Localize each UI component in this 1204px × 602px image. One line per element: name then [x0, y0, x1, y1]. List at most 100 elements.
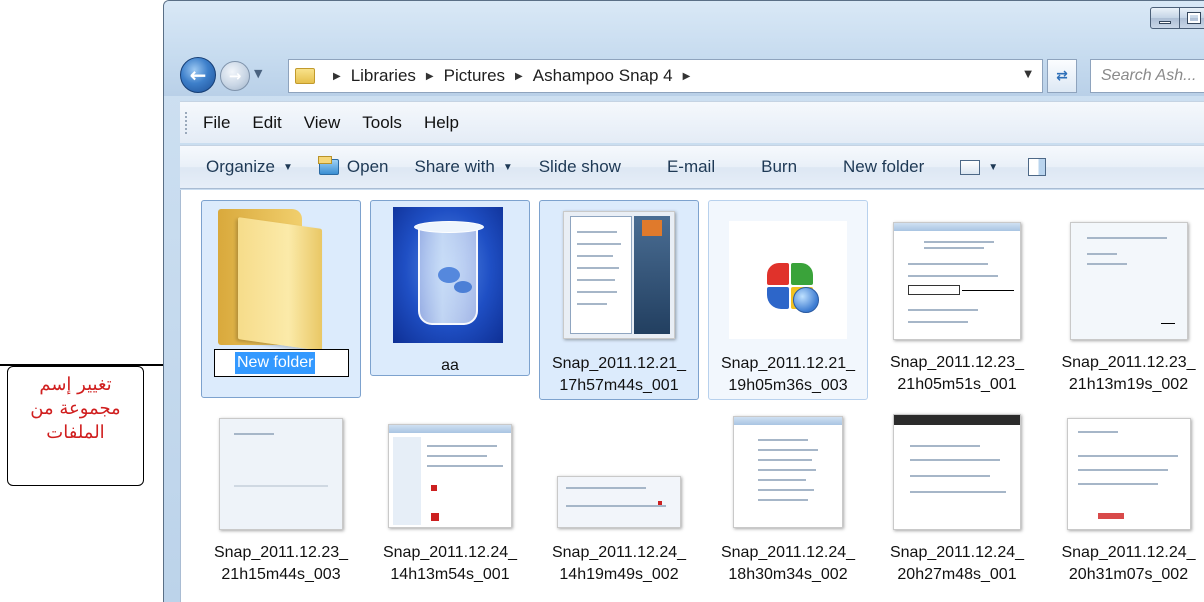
- open-label: Open: [346, 157, 389, 176]
- file-name-line-2: 17h57m44s_001: [559, 377, 679, 394]
- file-name-line-1: Snap_2011.12.24_: [382, 544, 518, 561]
- recycle-bin-icon: [414, 221, 484, 325]
- breadcrumb-separator-icon[interactable]: ▶: [426, 71, 434, 82]
- menu-tools[interactable]: Tools: [362, 113, 402, 133]
- file-name-line-1: Snap_2011.12.23_: [213, 544, 349, 561]
- thumb-line: [566, 487, 646, 489]
- email-button[interactable]: E-mail: [667, 157, 715, 177]
- menu-edit[interactable]: Edit: [252, 113, 281, 133]
- thumb-line: [427, 465, 503, 467]
- file-name-line-1: Snap_2011.12.21_: [720, 355, 856, 372]
- breadcrumb-libraries[interactable]: Libraries: [351, 66, 416, 86]
- file-item-snap-7[interactable]: Snap_2011.12.24_ 14h19m49s_002: [539, 408, 699, 598]
- image-thumbnail: [388, 424, 512, 528]
- rename-input[interactable]: New folder: [214, 349, 349, 377]
- chevron-down-icon: ▼: [988, 161, 999, 173]
- file-name-line-1: Snap_2011.12.24_: [720, 544, 856, 561]
- slide-show-label: Slide show: [538, 157, 621, 176]
- menu-view[interactable]: View: [304, 113, 341, 133]
- forward-arrow-icon: →: [228, 67, 242, 85]
- thumb-marker: [431, 513, 439, 521]
- file-name-line-1: Snap_2011.12.24_: [551, 544, 687, 561]
- thumb-line: [566, 505, 666, 507]
- file-name-line-2: 21h05m51s_001: [897, 376, 1017, 393]
- shield-blue: [767, 287, 789, 309]
- burn-button[interactable]: Burn: [761, 157, 797, 177]
- thumb-line: [1086, 237, 1167, 239]
- breadcrumb: ▶ Libraries ▶ Pictures ▶ Ashampoo Snap 4…: [323, 66, 700, 86]
- breadcrumb-separator-icon[interactable]: ▶: [515, 71, 523, 82]
- share-with-button[interactable]: Share with ▼: [414, 157, 512, 177]
- file-name-line-1: Snap_2011.12.24_: [889, 544, 1025, 561]
- thumb-line: [908, 309, 978, 311]
- window-controls: [1150, 7, 1204, 29]
- folder-icon: [218, 209, 328, 351]
- file-name-line-2: 19h05m36s_003: [728, 377, 848, 394]
- maximize-button[interactable]: [1180, 7, 1204, 29]
- thumb-line: [758, 489, 814, 491]
- back-arrow-icon: ←: [189, 63, 207, 87]
- thumb-line: [427, 445, 497, 447]
- file-name-line-1: Snap_2011.12.21_: [551, 355, 687, 372]
- slide-show-button[interactable]: Slide show: [539, 157, 621, 177]
- menu-help[interactable]: Help: [424, 113, 459, 133]
- image-thumbnail: [1069, 222, 1188, 340]
- thumb-titlebar: [389, 425, 511, 433]
- open-button[interactable]: Open: [317, 156, 389, 177]
- back-button[interactable]: ←: [180, 57, 216, 93]
- file-item-new-folder[interactable]: New folder: [201, 200, 361, 398]
- thumb-line: [1086, 253, 1117, 255]
- forward-button[interactable]: →: [220, 61, 250, 91]
- file-item-aa[interactable]: aa: [370, 200, 530, 376]
- preview-pane-button[interactable]: [1028, 158, 1047, 176]
- chevron-down-icon: ▼: [502, 161, 513, 173]
- recent-pages-dropdown[interactable]: ▼: [254, 67, 262, 80]
- refresh-icon: ⇄: [1056, 68, 1068, 84]
- minimize-button[interactable]: [1150, 7, 1180, 29]
- menu-bar: File Edit View Tools Help: [180, 101, 1204, 143]
- file-name: aa: [441, 357, 459, 374]
- search-input[interactable]: Search Ash...: [1090, 59, 1204, 93]
- start-menu-preview: [570, 216, 632, 334]
- refresh-button[interactable]: ⇄: [1047, 59, 1077, 93]
- file-item-snap-9[interactable]: Snap_2011.12.24_ 20h27m48s_001: [877, 408, 1037, 598]
- address-bar[interactable]: ▶ Libraries ▶ Pictures ▶ Ashampoo Snap 4…: [288, 59, 1043, 93]
- address-dropdown-icon[interactable]: ▼: [1024, 69, 1032, 80]
- file-name-line-1: Snap_2011.12.24_: [1061, 544, 1196, 561]
- file-name-line-2: 20h31m07s_002: [1068, 566, 1189, 583]
- change-view-button[interactable]: ▼: [960, 159, 999, 175]
- breadcrumb-separator-icon[interactable]: ▶: [333, 71, 341, 82]
- minimize-icon: [1159, 20, 1171, 24]
- file-item-snap-10[interactable]: Snap_2011.12.24_ 20h31m07s_002: [1046, 408, 1204, 598]
- open-icon: [317, 156, 339, 175]
- maximize-icon: [1186, 12, 1201, 24]
- file-item-snap-1[interactable]: Snap_2011.12.21_ 17h57m44s_001: [539, 200, 699, 400]
- thumb-line: [924, 247, 984, 249]
- thumb-line: [758, 439, 808, 441]
- email-label: E-mail: [666, 157, 716, 176]
- view-icon: [960, 159, 981, 175]
- menu-file[interactable]: File: [203, 113, 230, 133]
- file-item-snap-3[interactable]: Snap_2011.12.23_ 21h05m51s_001: [877, 200, 1037, 400]
- file-item-snap-2[interactable]: Snap_2011.12.21_ 19h05m36s_003: [708, 200, 868, 400]
- thumb-line: [427, 455, 487, 457]
- shield-green: [791, 263, 813, 285]
- file-name-line-2: 20h27m48s_001: [897, 566, 1017, 583]
- thumb-titlebar: [734, 417, 842, 425]
- folder-front: [238, 217, 322, 351]
- explorer-window: ← → ▼ ▶ Libraries ▶ Pictures ▶ Ashampoo …: [163, 0, 1204, 602]
- chevron-down-icon: ▼: [282, 161, 293, 173]
- thumb-line: [234, 433, 274, 435]
- thumb-marker: [658, 501, 662, 505]
- file-item-snap-5[interactable]: Snap_2011.12.23_ 21h15m44s_003: [201, 408, 361, 598]
- thumb-line: [577, 279, 615, 281]
- file-item-snap-8[interactable]: Snap_2011.12.24_ 18h30m34s_002: [708, 408, 868, 598]
- thumb-highlight-box: [908, 285, 960, 295]
- file-item-snap-4[interactable]: Snap_2011.12.23_ 21h13m19s_002: [1046, 200, 1204, 400]
- file-item-snap-6[interactable]: Snap_2011.12.24_ 14h13m54s_001: [370, 408, 530, 598]
- breadcrumb-ashampoo-snap[interactable]: Ashampoo Snap 4: [533, 66, 673, 86]
- organize-button[interactable]: Organize ▼: [206, 157, 293, 177]
- breadcrumb-separator-icon[interactable]: ▶: [683, 71, 691, 82]
- breadcrumb-pictures[interactable]: Pictures: [444, 66, 505, 86]
- new-folder-button[interactable]: New folder: [843, 157, 924, 177]
